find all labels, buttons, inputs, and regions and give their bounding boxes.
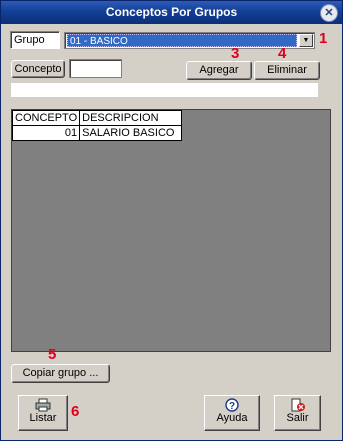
marker-3: 3 <box>231 45 240 62</box>
table-row[interactable]: 01 SALARIO BASICO <box>11 125 183 141</box>
conceptos-grid[interactable]: CONCEPTO DESCRIPCION 01 SALARIO BASICO <box>11 109 331 352</box>
status-strip <box>11 83 318 97</box>
grupo-selected-value: 01 - BASICO <box>67 34 297 47</box>
grid-table: CONCEPTO DESCRIPCION 01 SALARIO BASICO <box>11 110 183 141</box>
listar-button[interactable]: Listar <box>18 395 68 431</box>
concepto-button[interactable]: Concepto <box>11 60 65 78</box>
listar-label: Listar <box>29 412 57 424</box>
marker-6: 6 <box>71 403 80 420</box>
dialog-window: Conceptos Por Grupos ✕ Grupo 01 - BASICO… <box>0 0 343 441</box>
grupo-label: Grupo <box>10 31 60 49</box>
close-icon[interactable]: ✕ <box>320 4 338 22</box>
help-icon: ? <box>225 398 239 412</box>
column-header-concepto[interactable]: CONCEPTO <box>11 110 81 126</box>
ayuda-label: Ayuda <box>216 412 248 424</box>
marker-1: 1 <box>319 30 328 47</box>
exit-icon <box>291 398 305 412</box>
marker-4: 4 <box>278 45 287 62</box>
marker-5: 5 <box>48 346 57 363</box>
salir-label: Salir <box>286 412 309 424</box>
title-bar[interactable]: Conceptos Por Grupos ✕ <box>1 1 342 24</box>
grid-header-row: CONCEPTO DESCRIPCION <box>11 110 183 126</box>
chevron-down-icon[interactable]: ▼ <box>299 34 313 47</box>
window-title: Conceptos Por Grupos <box>105 5 238 19</box>
agregar-button[interactable]: Agregar <box>186 61 252 80</box>
cell-concepto[interactable]: 01 <box>11 125 81 141</box>
cell-descripcion[interactable]: SALARIO BASICO <box>79 125 183 141</box>
copiar-grupo-button[interactable]: Copiar grupo ... <box>11 364 110 383</box>
printer-icon <box>35 398 51 412</box>
concepto-input[interactable] <box>69 59 122 78</box>
column-header-descripcion[interactable]: DESCRIPCION <box>79 110 183 126</box>
eliminar-button[interactable]: Eliminar <box>254 61 320 80</box>
salir-button[interactable]: Salir <box>274 395 321 431</box>
svg-text:?: ? <box>229 401 235 412</box>
ayuda-button[interactable]: ? Ayuda <box>204 395 260 431</box>
